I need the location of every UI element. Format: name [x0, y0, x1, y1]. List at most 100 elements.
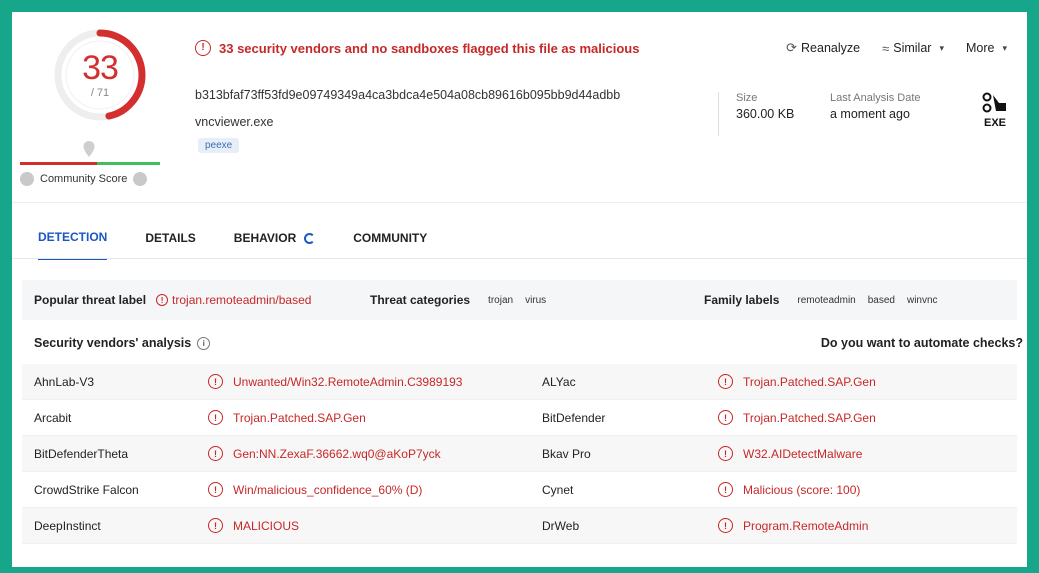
vendor-result: ! MALICIOUS	[208, 518, 299, 533]
vendor-result: ! Trojan.Patched.SAP.Gen	[208, 410, 366, 425]
alert-icon: !	[718, 518, 733, 533]
alert-icon: !	[208, 482, 223, 497]
vendor-result-text: MALICIOUS	[233, 518, 300, 533]
vendor-result-text: Trojan.Patched.SAP.Gen	[743, 374, 876, 389]
vendors-heading: Security vendors' analysis i	[34, 336, 211, 350]
report-panel: 33 / 71 Community Score ! 33 security ve…	[12, 12, 1027, 567]
tab-community[interactable]: COMMUNITY	[353, 230, 427, 260]
vendor-name: Arcabit	[34, 410, 72, 425]
last-analysis-label: Last Analysis Date	[830, 92, 921, 104]
community-score-bar	[20, 162, 160, 165]
vendor-result: ! W32.AIDetectMalware	[718, 446, 862, 461]
vendor-result: ! Unwanted/Win32.RemoteAdmin.C3989193	[208, 374, 462, 389]
vendor-name: BitDefender	[542, 410, 606, 425]
tab-behavior[interactable]: BEHAVIOR	[233, 230, 316, 260]
popular-threat-label: Popular threat label	[34, 293, 147, 307]
family-chip[interactable]: winvnc	[907, 295, 938, 306]
info-icon[interactable]: i	[197, 336, 211, 350]
location-pin-icon	[83, 141, 95, 157]
alert-icon: !	[718, 446, 733, 461]
vendor-result-text: Malicious (score: 100)	[743, 482, 861, 497]
tab-bar: DETECTION DETAILS BEHAVIOR COMMUNITY	[38, 230, 465, 260]
vendor-name: DeepInstinct	[34, 518, 101, 533]
alert-icon: !	[718, 374, 733, 389]
similar-label: Similar	[893, 41, 932, 55]
community-score: Community Score	[20, 172, 148, 186]
vendor-result: ! Malicious (score: 100)	[718, 482, 860, 497]
automate-checks-link[interactable]: Do you want to automate checks?	[821, 336, 1023, 350]
threat-categories-label: Threat categories	[370, 293, 471, 307]
vendor-result-text: Trojan.Patched.SAP.Gen	[233, 410, 366, 425]
reanalyze-label: Reanalyze	[801, 41, 861, 55]
meta-divider	[718, 92, 719, 136]
detection-total: / 71	[90, 87, 110, 99]
vendor-name: Cynet	[542, 482, 574, 497]
tab-detection-label: DETECTION	[38, 230, 108, 244]
vendor-name: CrowdStrike Falcon	[34, 482, 139, 497]
threat-categories: Threat categories trojan virus	[370, 293, 546, 307]
chevron-down-icon: ▾	[939, 42, 944, 53]
more-button[interactable]: More ▾	[966, 41, 1007, 55]
tab-community-label: COMMUNITY	[353, 231, 428, 245]
refresh-icon: ⟳	[786, 40, 798, 55]
popular-threat: Popular threat label ! trojan.remoteadmi…	[34, 293, 311, 307]
file-type-glyph	[982, 92, 1006, 113]
vendor-result: ! Win/malicious_confidence_60% (D)	[208, 482, 422, 497]
popular-threat-value[interactable]: trojan.remoteadmin/based	[172, 293, 311, 307]
chevron-down-icon: ▾	[1002, 42, 1007, 53]
alert-icon: !	[208, 518, 223, 533]
tab-details-label: DETAILS	[145, 231, 196, 245]
alert-icon: !	[156, 294, 169, 306]
alert-icon: !	[208, 446, 223, 461]
similar-button[interactable]: ≈ Similar ▾	[882, 41, 944, 56]
table-row: DeepInstinct ! MALICIOUS DrWeb ! Program.R…	[22, 508, 1017, 544]
category-chip[interactable]: trojan	[488, 295, 513, 306]
tab-detection[interactable]: DETECTION	[38, 230, 108, 260]
vendor-result: ! Gen:NN.ZexaF.36662.wq0@aKoP7yck	[208, 446, 441, 461]
table-row: Arcabit ! Trojan.Patched.SAP.Gen BitDefen…	[22, 400, 1017, 436]
file-hash: b313bfaf73ff53fd9e09749349a4ca3bdca4e504…	[195, 88, 621, 102]
vendor-result: ! Program.RemoteAdmin	[718, 518, 868, 533]
file-size: Size 360.00 KB	[736, 92, 794, 121]
vendor-name: AhnLab-V3	[34, 374, 95, 389]
category-chip[interactable]: virus	[525, 295, 546, 306]
vendor-result-text: Unwanted/Win32.RemoteAdmin.C3989193	[233, 374, 463, 389]
exe-file-icon: EXE	[977, 92, 1013, 132]
header-actions: ⟳ Reanalyze ≈ Similar ▾ More ▾	[786, 40, 1007, 56]
alert-text: 33 security vendors and no sandboxes fla…	[219, 40, 640, 56]
last-analysis-value: a moment ago	[830, 107, 910, 121]
file-size-label: Size	[736, 92, 758, 104]
family-labels: Family labels remoteadmin based winvnc	[704, 293, 938, 307]
community-score-label: Community Score	[40, 173, 128, 185]
vendor-name: BitDefenderTheta	[34, 446, 129, 461]
alert-icon: !	[718, 482, 733, 497]
file-size-value: 360.00 KB	[736, 107, 795, 121]
table-row: BitDefenderTheta ! Gen:NN.ZexaF.36662.wq0…	[22, 436, 1017, 472]
detection-score-gauge: 33 / 71	[52, 27, 148, 123]
vendor-result: ! Trojan.Patched.SAP.Gen	[718, 410, 876, 425]
vendor-result: ! Trojan.Patched.SAP.Gen	[718, 374, 876, 389]
file-name: vncviewer.exe	[195, 115, 274, 129]
thumbs-down-icon[interactable]	[20, 172, 34, 186]
detection-count: 33	[82, 49, 119, 87]
vendor-result-text: W32.AIDetectMalware	[743, 446, 863, 461]
family-chip[interactable]: remoteadmin	[797, 295, 855, 306]
header-separator	[12, 202, 1027, 203]
vendor-name: DrWeb	[542, 518, 580, 533]
vendor-result-text: Trojan.Patched.SAP.Gen	[743, 410, 876, 425]
tab-details[interactable]: DETAILS	[145, 230, 195, 260]
vendor-name: ALYac	[542, 374, 576, 389]
tabs-divider	[12, 258, 1027, 259]
thumbs-up-icon[interactable]	[133, 172, 148, 186]
alert-icon: !	[208, 410, 223, 425]
table-row: AhnLab-V3 ! Unwanted/Win32.RemoteAdmin.C3…	[22, 364, 1017, 400]
file-tag[interactable]: peexe	[198, 138, 240, 153]
tab-behavior-label: BEHAVIOR	[233, 231, 297, 245]
malicious-alert: ! 33 security vendors and no sandboxes f…	[195, 40, 639, 56]
vendor-name: Bkav Pro	[542, 446, 591, 461]
reanalyze-button[interactable]: ⟳ Reanalyze	[786, 40, 860, 56]
vendor-result-text: Gen:NN.ZexaF.36662.wq0@aKoP7yck	[233, 446, 441, 461]
family-chip[interactable]: based	[868, 295, 895, 306]
vendor-result-text: Program.RemoteAdmin	[743, 518, 869, 533]
alert-icon: !	[208, 374, 223, 389]
